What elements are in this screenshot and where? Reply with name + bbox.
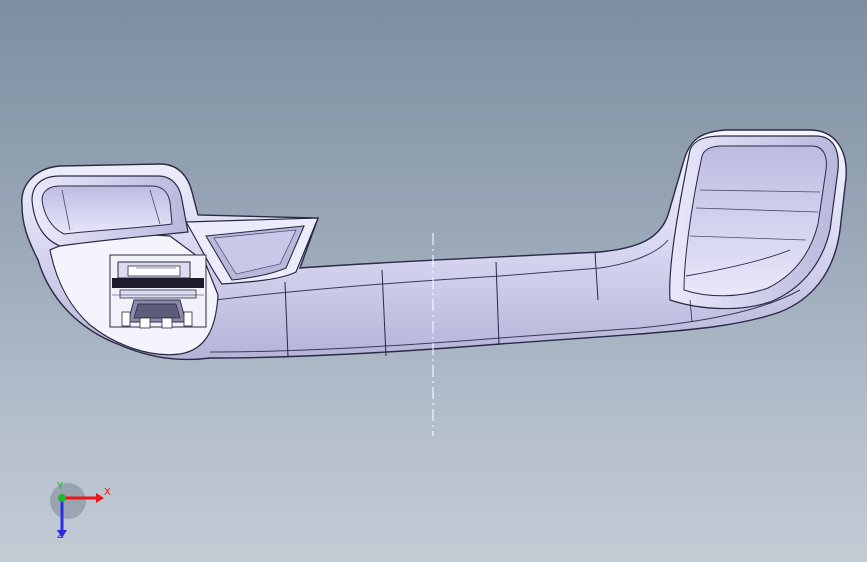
graphics-viewport[interactable]: X Y Z <box>0 0 867 562</box>
x-axis-label: X <box>104 487 111 498</box>
z-axis-label: Z <box>57 530 64 541</box>
grab-handle-model[interactable] <box>0 0 867 562</box>
mounting-clip[interactable] <box>109 254 207 329</box>
y-axis-label: Y <box>57 481 64 492</box>
